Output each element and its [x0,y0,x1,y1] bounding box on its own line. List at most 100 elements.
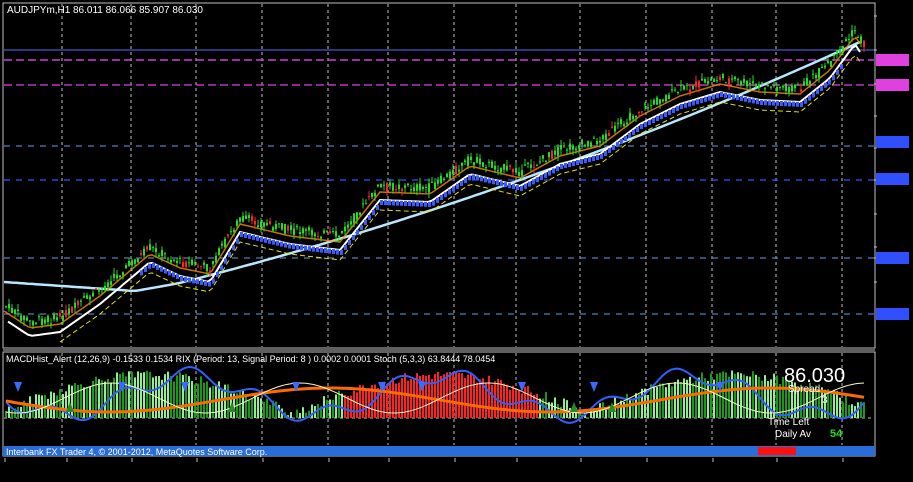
candle-body [638,112,640,113]
macd-hist-bar [545,392,547,418]
candle-body [293,229,295,235]
candle-body [473,162,475,165]
macd-hist-bar [71,386,73,418]
macd-hist-bar [770,379,772,418]
macd-hist-bar [677,380,679,418]
candle-body [245,215,247,219]
candle-body [566,150,568,151]
macd-hist-bar [326,400,328,418]
candle-body [689,89,691,91]
ribbon-segment [372,210,375,215]
candle-body [665,95,667,101]
candle-body [548,152,550,157]
candle-body [53,314,55,319]
macd-hist-bar [506,385,508,418]
candle-body [35,323,37,324]
ribbon-segment [652,118,655,123]
candle-body [95,288,97,289]
macd-hist-bar [353,391,355,418]
ribbon-segment [500,181,503,186]
ribbon-segment [148,264,151,269]
macd-hist-bar [578,413,580,418]
candle-body [383,185,385,186]
candle-body [611,127,613,128]
candle-body [350,221,352,224]
candle-body [80,301,82,302]
ribbon-segment [152,263,155,268]
candle-body [218,248,220,255]
candle-body [845,39,847,41]
candle-body [818,68,820,78]
candle-body [758,84,760,87]
candle-body [302,228,304,233]
ribbon-segment [712,94,715,99]
macd-hist-bar [257,397,259,418]
candle-body [770,87,772,88]
macd-hist-bar [227,384,229,418]
ribbon-segment [156,265,159,270]
ribbon-segment [572,161,575,166]
macd-hist-bar [74,383,76,418]
ribbon-segment [312,247,315,252]
ribbon-segment [484,177,487,182]
ribbon-segment [788,101,791,106]
candle-body [740,81,742,84]
ribbon-segment [556,166,559,171]
candle-body [749,83,751,84]
candle-body [788,87,790,92]
candle-body [767,85,769,86]
candle-body [311,230,313,236]
candle-body [152,247,154,248]
candle-body [23,316,25,320]
candle-body [800,89,802,91]
candle-body [422,187,424,189]
candle-body [263,223,265,227]
macd-hist-bar [749,377,751,418]
candle-body [605,134,607,140]
ribbon-segment [828,80,831,85]
candle-body [74,303,76,308]
chart-window[interactable]: AUDJPYm,H1 86.011 86.066 85.907 86.030 M… [0,0,913,477]
candle-body [644,104,646,105]
candle-body [620,119,622,124]
candle-body [668,95,670,99]
ribbon-segment [432,201,435,206]
macd-hist-bar [407,381,409,418]
macd-hist-bar [251,399,253,418]
candle-body [158,255,160,256]
candle-body [62,315,64,320]
macd-hist-bar [299,413,301,418]
candle-body [761,82,763,83]
macd-hist-bar [521,393,523,418]
candle-body [506,166,508,170]
ribbon-segment [160,267,163,272]
candle-body [674,90,676,91]
candle-body [236,221,238,226]
ribbon-segment [140,270,143,275]
candle-body [143,249,145,256]
ribbon-segment [780,101,783,106]
price-tag [876,308,909,320]
ribbon-segment [532,179,535,184]
candle-body [206,264,208,271]
ribbon-segment [640,124,643,129]
ribbon-segment [456,184,459,189]
macd-hist-bar [170,376,172,418]
candle-body [284,224,286,234]
ribbon-segment [588,157,591,162]
macd-hist-bar [440,376,442,418]
macd-hist-bar [668,383,670,418]
ribbon-segment [268,239,271,244]
ribbon-segment [376,205,379,210]
candle-body [842,46,844,49]
candle-body [329,231,331,233]
candle-body [653,100,655,105]
macd-hist-bar [413,378,415,418]
ribbon-segment [412,201,415,206]
chart-canvas[interactable]: AUDJPYm,H1 86.011 86.066 85.907 86.030 M… [0,0,913,477]
candle-body [107,282,109,287]
macd-hist-bar [449,372,451,418]
candle-body [104,286,106,290]
candle-body [569,144,571,150]
ribbon-segment [468,175,471,180]
